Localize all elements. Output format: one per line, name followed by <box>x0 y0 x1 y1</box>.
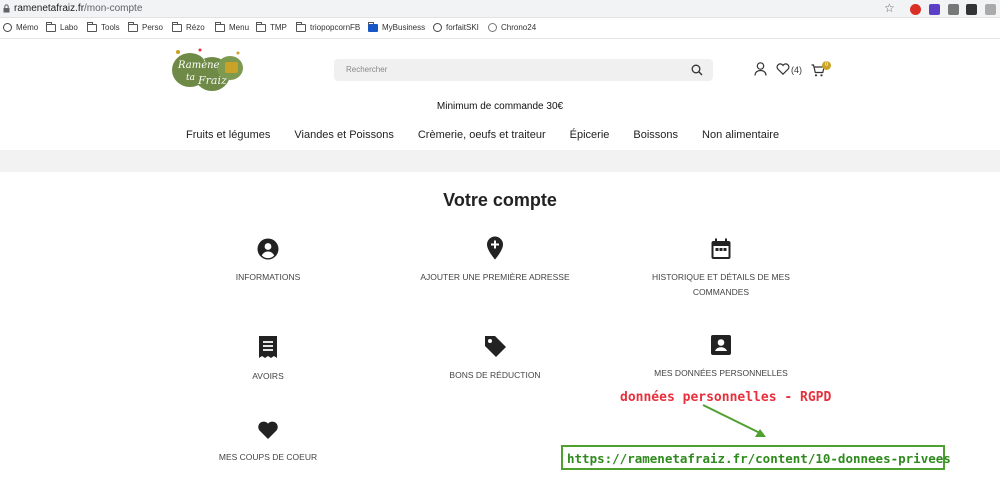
search-bar[interactable]: Rechercher <box>334 59 713 81</box>
bookmark-item[interactable]: Mémo <box>3 23 38 32</box>
bookmarks-bar: Mémo Labo Tools Perso Rézo Menu TMP trio… <box>0 18 1000 39</box>
search-icon[interactable] <box>691 64 703 76</box>
folder-icon <box>128 21 138 32</box>
nav-item-non-alimentaire[interactable]: Non alimentaire <box>702 129 779 141</box>
annotation-arrow <box>702 404 766 437</box>
tile-label: MES COUPS DE COEUR <box>218 452 318 462</box>
tile-label: INFORMATIONS <box>235 272 301 282</box>
nav-item-epicerie[interactable]: Épicerie <box>570 129 610 141</box>
nav-item-boissons[interactable]: Boissons <box>633 129 678 141</box>
tile-label: COMMANDES <box>692 287 750 297</box>
id-card-icon <box>711 335 731 355</box>
bookmark-item[interactable]: Chrono24 <box>488 23 536 32</box>
extension-icon[interactable] <box>948 4 959 15</box>
clock-icon <box>488 23 497 32</box>
breadcrumb-band <box>0 150 1000 172</box>
bookmark-folder[interactable]: Rézo <box>172 21 205 32</box>
account-tile-informations[interactable]: INFORMATIONS <box>218 238 318 285</box>
receipt-icon <box>259 336 277 358</box>
bookmark-folder[interactable]: Perso <box>128 21 163 32</box>
annotation-link-box: https://ramenetafraiz.fr/content/10-donn… <box>561 445 951 470</box>
bookmark-folder[interactable]: Menu <box>215 21 249 32</box>
extension-icon[interactable] <box>910 4 921 15</box>
bookmark-item[interactable]: forfaitSKI <box>433 23 479 32</box>
tile-label: BONS DE RÉDUCTION <box>449 370 541 380</box>
account-circle-icon <box>257 238 279 260</box>
minimum-order-notice: Minimum de commande 30€ <box>436 101 564 112</box>
account-tile-wishlist[interactable]: MES COUPS DE COEUR <box>203 420 333 465</box>
svg-text:ta: ta <box>186 73 195 83</box>
bookmark-star-icon[interactable]: ☆ <box>884 1 895 15</box>
business-icon <box>368 21 378 32</box>
bookmark-item[interactable]: MyBusiness <box>368 21 425 32</box>
extension-icon[interactable] <box>985 4 996 15</box>
tile-label: MES DONNÉES PERSONNELLES <box>654 368 788 378</box>
add-location-icon <box>487 236 503 260</box>
folder-icon <box>256 21 266 32</box>
heart-icon[interactable] <box>776 63 790 75</box>
extension-icon[interactable] <box>929 4 940 15</box>
cart-badge: 0 <box>822 61 831 70</box>
wishlist-count[interactable]: (4) <box>791 65 802 75</box>
bookmark-item[interactable]: triopopcornFB <box>296 21 360 32</box>
heart-icon <box>258 421 278 439</box>
user-icon[interactable] <box>754 62 767 76</box>
main-nav: Fruits et légumes Viandes et Poissons Cr… <box>186 129 803 141</box>
site-logo[interactable]: Ramène ta Fraiz <box>170 44 246 94</box>
folder-icon <box>46 21 56 32</box>
tile-label: AJOUTER UNE PREMIÈRE ADRESSE <box>420 272 570 282</box>
account-tile-vouchers[interactable]: BONS DE RÉDUCTION <box>420 334 570 383</box>
nav-item-fruits[interactable]: Fruits et légumes <box>186 129 270 141</box>
tile-label: HISTORIQUE ET DÉTAILS DE MES <box>652 272 790 282</box>
account-tile-order-history[interactable]: HISTORIQUE ET DÉTAILS DE MES COMMANDES <box>640 238 802 300</box>
search-input[interactable]: Rechercher <box>346 65 387 74</box>
extension-icon[interactable] <box>966 4 977 15</box>
annotation-link[interactable]: https://ramenetafraiz.fr/content/10-donn… <box>567 451 951 466</box>
image-icon <box>296 21 306 32</box>
calendar-icon <box>711 238 731 259</box>
globe-icon <box>433 23 442 32</box>
tag-icon <box>485 336 506 357</box>
browser-urlbar[interactable]: ramenetafraiz.fr/mon-compte ☆ <box>0 0 1000 18</box>
tile-label: AVOIRS <box>252 371 284 381</box>
url-text[interactable]: ramenetafraiz.fr/mon-compte <box>14 3 142 14</box>
folder-icon <box>215 21 225 32</box>
nav-item-viandes[interactable]: Viandes et Poissons <box>294 129 393 141</box>
globe-icon <box>3 23 12 32</box>
folder-icon <box>172 21 182 32</box>
account-tile-avoirs[interactable]: AVOIRS <box>218 335 318 384</box>
nav-item-cremerie[interactable]: Crèmerie, oeufs et traiteur <box>418 129 546 141</box>
page-title: Votre compte <box>443 190 557 210</box>
lock-icon <box>3 4 10 13</box>
bookmark-folder[interactable]: Labo <box>46 21 78 32</box>
svg-text:Ramène: Ramène <box>177 60 220 71</box>
bookmark-folder[interactable]: TMP <box>256 21 287 32</box>
svg-text:Fraiz: Fraiz <box>197 74 227 87</box>
bookmark-folder[interactable]: Tools <box>87 21 120 32</box>
account-tile-personal-data[interactable]: MES DONNÉES PERSONNELLES <box>640 334 802 381</box>
folder-icon <box>87 21 97 32</box>
account-tile-add-address[interactable]: AJOUTER UNE PREMIÈRE ADRESSE <box>400 236 590 285</box>
